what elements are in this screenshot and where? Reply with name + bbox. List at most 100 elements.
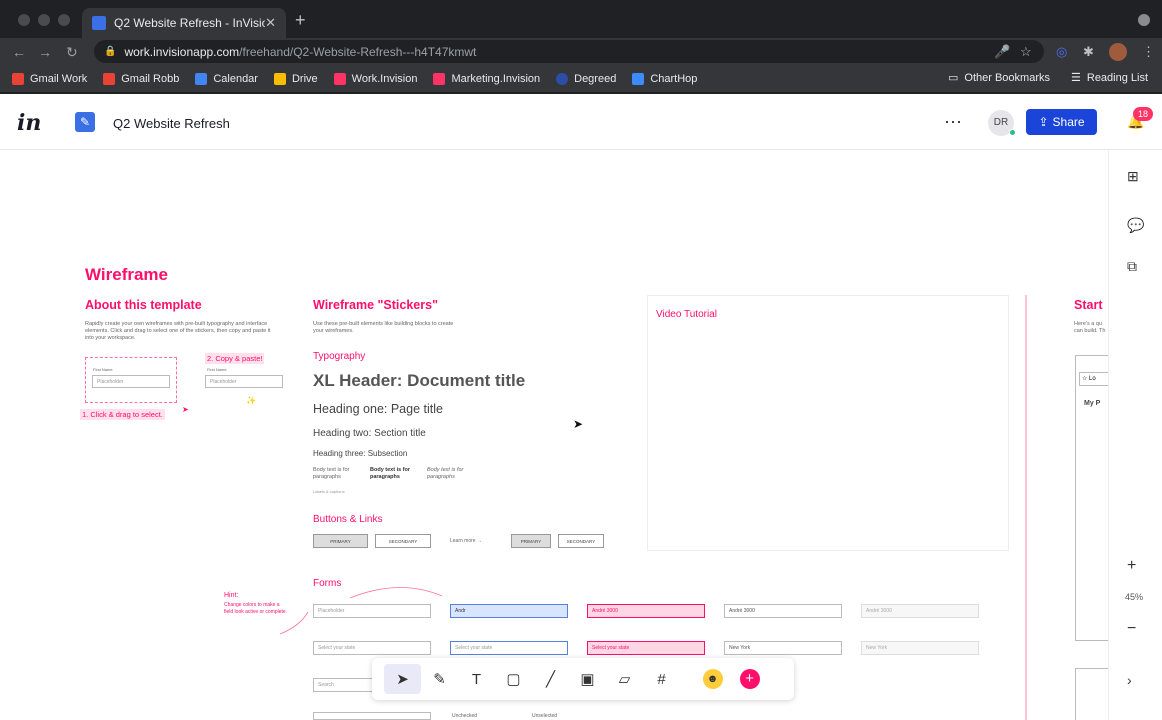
state-select-active[interactable]: Select your state xyxy=(450,641,568,655)
degreed-icon xyxy=(556,73,569,85)
step1-label[interactable]: 1. Click & drag to select. xyxy=(80,409,165,420)
bookmark-label: ChartHop xyxy=(650,73,698,85)
address-bar[interactable]: 🔒 work.invisionapp.com/freehand/Q2-Websi… xyxy=(94,40,1044,63)
body-text-sample[interactable]: Body text is for paragraphs xyxy=(313,467,361,481)
frame-tool-icon[interactable]: # xyxy=(643,664,680,694)
checkbox-unchecked-sample[interactable]: Unchecked xyxy=(452,713,477,720)
logo-placeholder: ☆ Lo xyxy=(1079,372,1108,386)
bookmark-item[interactable]: Gmail Robb xyxy=(103,73,179,85)
learn-more-link[interactable]: Learn more → xyxy=(450,538,482,545)
state-select-disabled[interactable]: New York xyxy=(861,641,979,655)
buttons-links-label[interactable]: Buttons & Links xyxy=(313,514,382,525)
heading-two-sample[interactable]: Heading two: Section title xyxy=(313,428,426,439)
wireframe-desktop-mock[interactable] xyxy=(1075,668,1108,720)
select-tool-icon[interactable]: ➤ xyxy=(384,664,421,694)
form-field-placeholder[interactable]: Placeholder xyxy=(313,604,431,618)
form-field-disabled[interactable]: André 3000 xyxy=(861,604,979,618)
pen-tool-icon[interactable]: ✎ xyxy=(421,664,458,694)
sticky-note-tool-icon[interactable]: ▱ xyxy=(606,664,643,694)
primary-icon-button-sample[interactable]: PRIMARY xyxy=(511,534,551,548)
other-bookmarks[interactable]: ▭ Other Bookmarks xyxy=(948,71,1050,85)
board-title[interactable]: Wireframe xyxy=(85,265,168,285)
new-tab-button[interactable]: + xyxy=(295,10,306,31)
video-tutorial-label: Video Tutorial xyxy=(656,309,717,320)
browser-tab[interactable]: Q2 Website Refresh - InVision ✕ xyxy=(82,8,286,38)
reading-list[interactable]: ☰ Reading List xyxy=(1071,71,1148,85)
reload-icon[interactable]: ↻ xyxy=(66,44,78,61)
bookmark-item[interactable]: Degreed xyxy=(556,73,616,85)
tab-search-icon[interactable] xyxy=(1138,14,1150,26)
bookmark-item[interactable]: ChartHop xyxy=(632,73,697,85)
expand-panel-chevron-icon[interactable]: › xyxy=(1127,672,1132,688)
quantity-field-sample[interactable] xyxy=(313,712,431,720)
image-tool-icon[interactable]: ▣ xyxy=(569,664,606,694)
url-path: /freehand/Q2-Website-Refresh---h4T47kmwt xyxy=(239,44,477,59)
back-icon[interactable]: ← xyxy=(12,44,26,60)
form-field-error[interactable]: André 3000 xyxy=(587,604,705,618)
secondary-button-sample[interactable]: SECONDARY xyxy=(375,534,431,548)
forward-icon[interactable]: → xyxy=(38,44,52,60)
primary-button-sample[interactable]: PRIMARY xyxy=(313,534,368,548)
minimize-window-button[interactable] xyxy=(38,14,50,26)
extension-icon[interactable]: ◎ xyxy=(1056,44,1067,60)
freehand-canvas[interactable]: Wireframe About this template Rapidly cr… xyxy=(0,150,1108,720)
add-tool-icon[interactable]: + xyxy=(731,664,768,694)
about-body[interactable]: Rapidly create your own wireframes with … xyxy=(85,321,280,342)
bookmark-item[interactable]: Work.Invision xyxy=(333,73,417,85)
bookmark-item[interactable]: Calendar xyxy=(195,73,258,85)
heading-one-sample[interactable]: Heading one: Page title xyxy=(313,402,443,416)
bookmark-star-icon[interactable]: ☆ xyxy=(1020,44,1032,60)
rectangle-tool-icon[interactable]: ▢ xyxy=(495,664,532,694)
search-field-sample[interactable]: Search xyxy=(313,678,373,692)
placeholder-field[interactable]: Placeholder xyxy=(92,375,170,388)
caption-sample[interactable]: Labels & captions xyxy=(313,488,345,495)
state-select[interactable]: Select your state xyxy=(313,641,431,655)
close-window-button[interactable] xyxy=(18,14,30,26)
close-tab-icon[interactable]: ✕ xyxy=(265,15,276,31)
form-field-active[interactable]: Andr xyxy=(450,604,568,618)
zoom-in-icon[interactable]: + xyxy=(1127,557,1136,575)
profile-avatar[interactable] xyxy=(1109,43,1127,61)
bookmark-item[interactable]: Drive xyxy=(273,73,318,85)
browser-menu-icon[interactable]: ⋮ xyxy=(1142,44,1155,60)
text-tool-icon[interactable]: T xyxy=(458,664,495,694)
more-options-icon[interactable]: ⋯ xyxy=(944,112,962,133)
heading-three-sample[interactable]: Heading three: Subsection xyxy=(313,449,407,458)
form-field-filled[interactable]: André 3000 xyxy=(724,604,842,618)
body-text-bold-sample[interactable]: Body text is for paragraphs xyxy=(370,467,418,481)
extensions-puzzle-icon[interactable]: ✱ xyxy=(1083,44,1094,60)
zoom-out-icon[interactable]: − xyxy=(1127,620,1136,638)
invision-logo[interactable]: in xyxy=(17,110,41,136)
hint-body[interactable]: Change colors to make a field look activ… xyxy=(224,602,290,616)
state-select-error[interactable]: Select your state xyxy=(587,641,705,655)
hint-title[interactable]: Hint: xyxy=(224,592,238,599)
body-text-italic-sample[interactable]: Body text is for paragraphs xyxy=(427,467,475,481)
xl-header-sample[interactable]: XL Header: Document title xyxy=(313,371,525,391)
bookmark-label: Gmail Work xyxy=(30,73,88,85)
comments-icon[interactable]: 💬 xyxy=(1127,217,1144,234)
line-tool-icon[interactable]: ╱ xyxy=(532,664,569,694)
state-select-filled[interactable]: New York xyxy=(724,641,842,655)
window-controls[interactable] xyxy=(18,14,70,26)
typography-label[interactable]: Typography xyxy=(313,351,365,362)
share-button[interactable]: ⇪ Share xyxy=(1026,109,1097,135)
bookmark-item[interactable]: Gmail Work xyxy=(12,73,87,85)
radio-unselected-sample[interactable]: Unselected xyxy=(532,713,557,720)
start-heading[interactable]: Start xyxy=(1074,298,1102,312)
project-title[interactable]: Q2 Website Refresh xyxy=(113,116,230,131)
emoji-tool-icon[interactable]: ☻ xyxy=(694,664,731,694)
tab-title: Q2 Website Refresh - InVision xyxy=(114,16,266,30)
components-icon[interactable]: ⊞ xyxy=(1127,168,1139,185)
stickers-heading[interactable]: Wireframe "Stickers" xyxy=(313,298,438,312)
maximize-window-button[interactable] xyxy=(58,14,70,26)
secondary-icon-button-sample[interactable]: SECONDARY xyxy=(558,534,604,548)
about-heading[interactable]: About this template xyxy=(85,298,202,312)
microphone-icon[interactable]: 🎤 xyxy=(994,44,1010,60)
step2-label[interactable]: 2. Copy & paste! xyxy=(205,353,265,364)
video-tutorial-frame[interactable]: Video Tutorial xyxy=(647,295,1009,551)
placeholder-field[interactable]: Placeholder xyxy=(205,375,283,388)
connector-icon[interactable]: ⧉ xyxy=(1127,258,1137,275)
stickers-body[interactable]: Use these pre-built elements like buildi… xyxy=(313,321,463,335)
bookmark-item[interactable]: Marketing.Invision xyxy=(433,73,540,85)
wireframe-phone-mock[interactable]: ☆ Lo My P xyxy=(1075,355,1108,641)
